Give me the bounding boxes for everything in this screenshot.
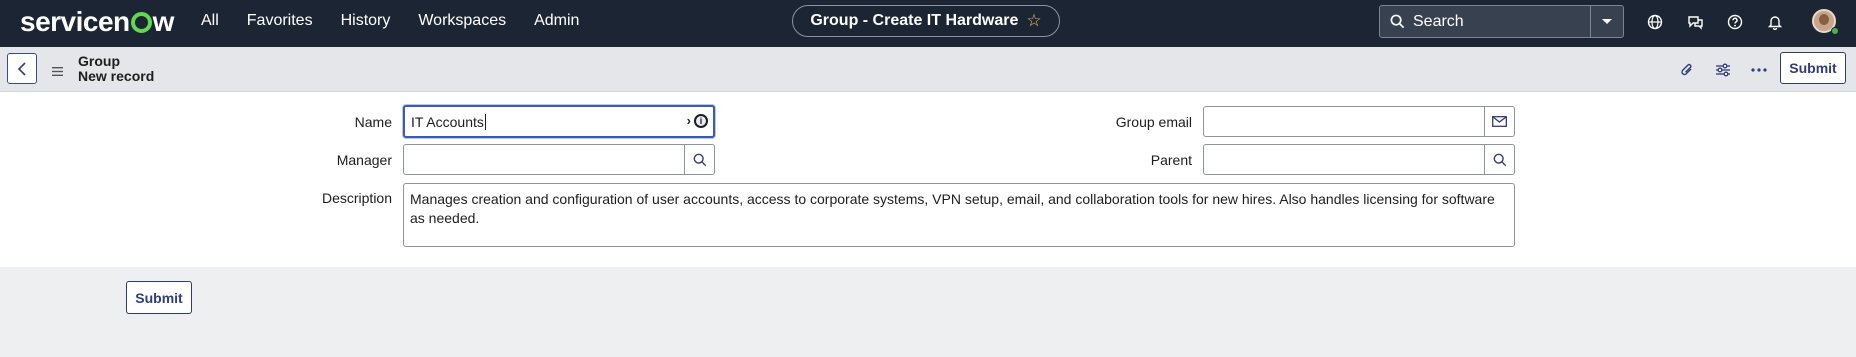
chat-icon[interactable] [1685,12,1705,32]
record-header: Group New record Submit [0,47,1856,92]
name-field-actions: › i [687,113,708,128]
group-email-label: Group email [1115,114,1192,130]
search-icon [1390,14,1405,29]
manager-lookup-button[interactable] [684,144,715,175]
record-title-pill[interactable]: Group - Create IT Hardware ☆ [792,5,1060,37]
top-navigation: servicen w All Favorites History Workspac… [0,0,1856,47]
bell-icon[interactable] [1765,12,1785,32]
global-search-input[interactable]: Search [1379,5,1591,38]
menu-all[interactable]: All [201,12,219,30]
back-button[interactable] [7,53,37,84]
menu-favorites[interactable]: Favorites [247,12,313,30]
menu-history[interactable]: History [341,12,391,30]
group-email-field[interactable] [1203,106,1485,137]
name-label: Name [354,114,392,130]
page-title: Group - Create IT Hardware [810,12,1019,29]
description-textarea[interactable]: Manages creation and configuration of us… [403,183,1515,247]
search-icon [1493,153,1506,166]
manager-field[interactable] [403,144,685,175]
parent-lookup-button[interactable] [1484,144,1515,175]
paperclip-icon[interactable] [1677,60,1697,80]
search-icon [693,153,706,166]
search-placeholder: Search [1413,12,1464,30]
name-field[interactable]: IT Accounts › i [403,105,715,138]
name-value: IT Accounts [411,113,484,130]
send-email-button[interactable] [1484,106,1515,137]
globe-icon[interactable] [1645,12,1665,32]
envelope-icon [1492,116,1507,127]
record-table-name: Group [78,53,120,69]
more-options-icon[interactable] [1749,60,1769,80]
manager-label: Manager [336,152,392,168]
menu-admin[interactable]: Admin [534,12,579,30]
record-title: Group New record [78,54,154,84]
parent-field[interactable] [1203,144,1485,175]
description-label: Description [321,190,392,206]
settings-sliders-icon[interactable] [1713,60,1733,80]
star-icon[interactable]: ☆ [1026,11,1041,31]
info-icon[interactable]: i [694,113,708,128]
help-icon[interactable] [1725,12,1745,32]
menu-workspaces[interactable]: Workspaces [418,12,506,30]
submit-button-header[interactable]: Submit [1780,52,1846,84]
main-menu: All Favorites History Workspaces Admin [201,12,607,30]
search-scope-dropdown[interactable] [1590,5,1624,38]
chevron-right-icon[interactable]: › [687,113,691,128]
chevron-down-icon [1602,18,1612,24]
record-subtitle: New record [78,68,155,84]
text-cursor [484,113,486,130]
servicenow-logo[interactable]: servicen w [20,6,174,38]
presence-status-icon [1831,27,1839,35]
submit-button-footer[interactable]: Submit [126,281,192,314]
parent-label: Parent [1150,152,1192,168]
context-menu-icon[interactable] [52,63,63,81]
chevron-left-icon [17,61,26,76]
